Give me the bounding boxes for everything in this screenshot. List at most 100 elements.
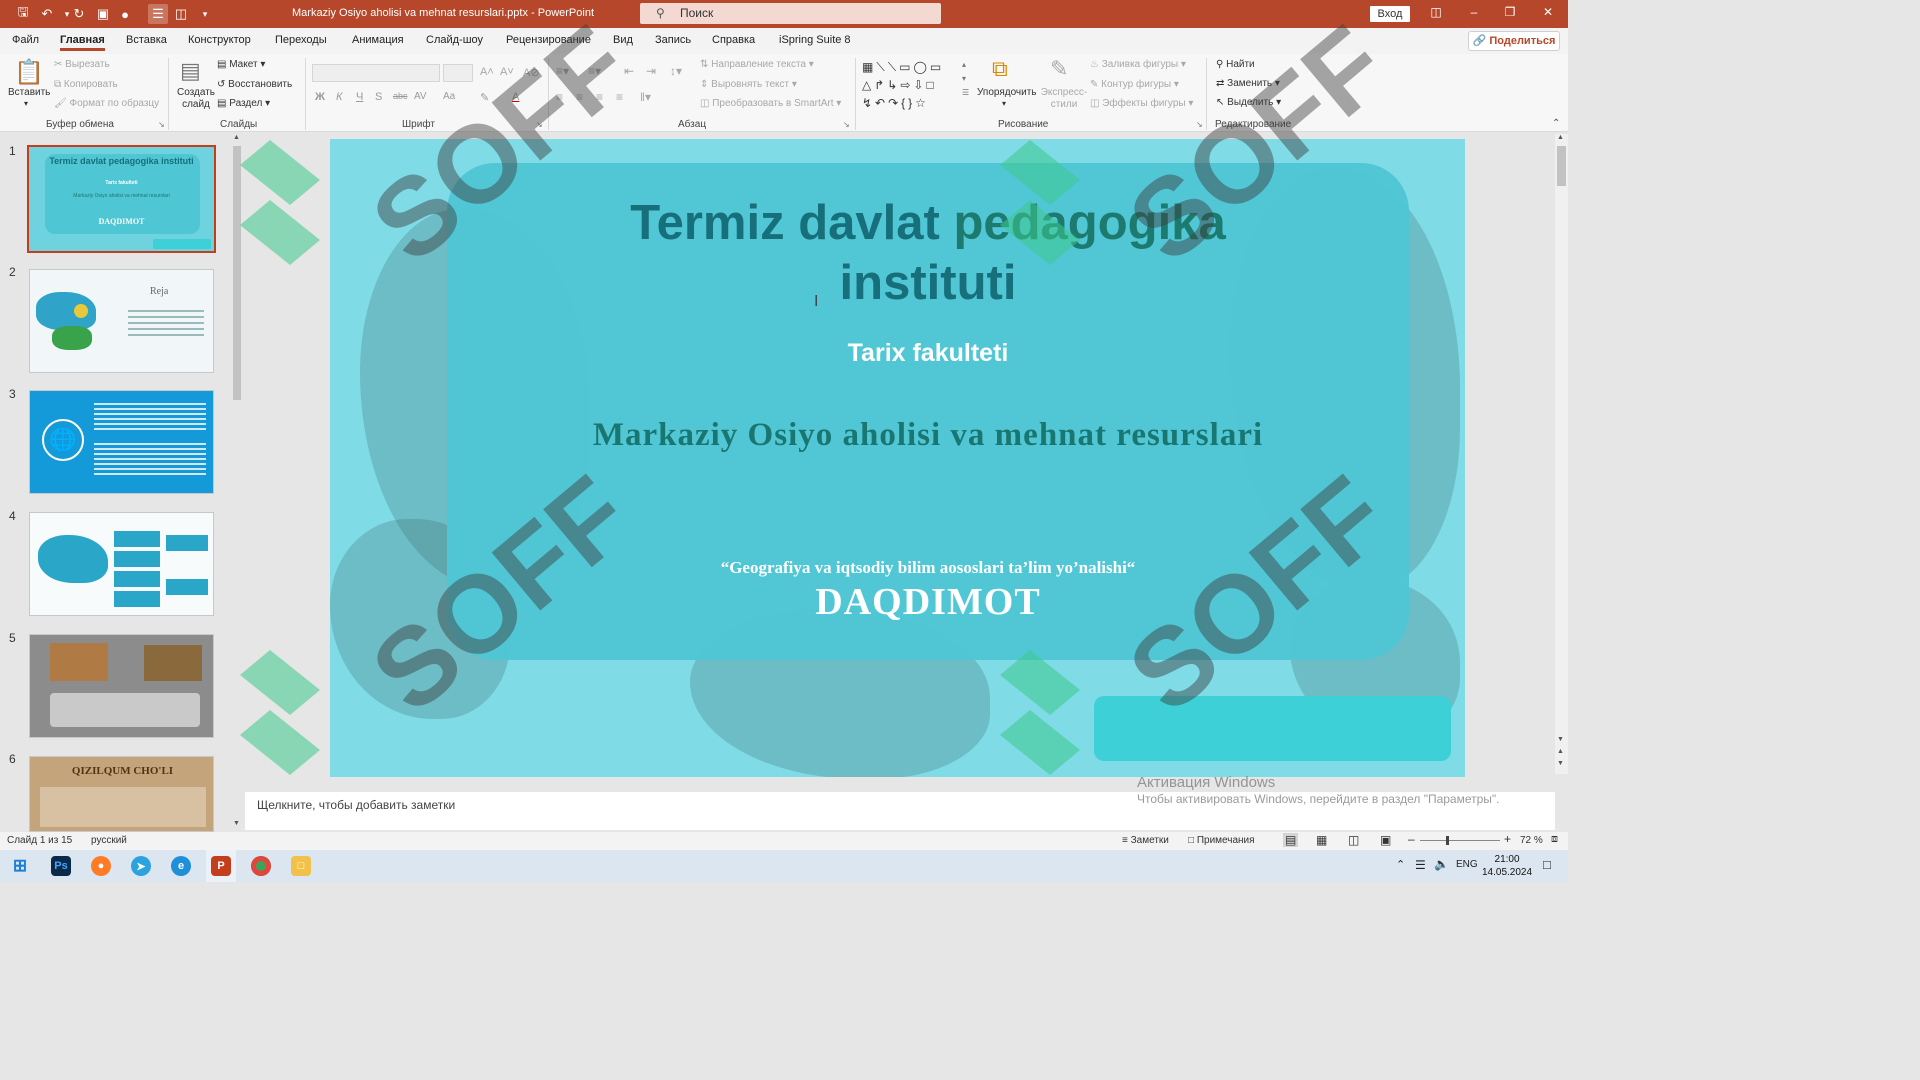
cut-button[interactable]: ✂ Вырезать	[54, 59, 110, 70]
language-indicator[interactable]: русский	[91, 835, 127, 846]
shape-fill-button[interactable]: ♨ Заливка фигуры ▾	[1090, 59, 1186, 70]
scroll-down-icon[interactable]: ▼	[233, 820, 240, 827]
layout-button[interactable]: ▤ Макет ▾	[217, 59, 265, 70]
section-button[interactable]: ▤ Раздел ▾	[217, 98, 270, 109]
align-right-icon[interactable]: ≡	[596, 90, 603, 104]
underline-button[interactable]: Ч	[356, 91, 363, 103]
increase-indent-icon[interactable]: ⇥	[646, 64, 656, 78]
shape-outline-button[interactable]: ✎ Контур фигуры ▾	[1090, 79, 1179, 90]
align-left-icon[interactable]: ≡	[556, 90, 563, 104]
shape-effects-button[interactable]: ◫ Эффекты фигуры ▾	[1090, 98, 1193, 109]
notes-toggle[interactable]: ≡ Заметки	[1122, 835, 1169, 846]
font-color-icon[interactable]: A	[512, 91, 519, 103]
tray-overflow-icon[interactable]: ⌃	[1396, 858, 1405, 871]
minimize-icon[interactable]: –	[1464, 5, 1484, 23]
editor-scrollbar[interactable]: ▲ ▼ ▲ ▼	[1555, 134, 1568, 774]
text-direction-button[interactable]: ⇅ Направление текста ▾	[700, 59, 814, 70]
slide-thumbnail-3[interactable]: 🌐	[29, 390, 214, 494]
line-spacing-icon[interactable]: ↕▾	[670, 64, 682, 78]
thumbnail-scroll-thumb[interactable]	[233, 146, 241, 400]
zoom-slider-thumb[interactable]	[1446, 836, 1449, 845]
close-icon[interactable]: ✕	[1538, 5, 1558, 23]
highlight-icon[interactable]: ✎	[480, 91, 489, 104]
record-icon[interactable]: ●	[116, 5, 134, 23]
share-button[interactable]: 🔗 Поделиться	[1468, 31, 1560, 51]
collapse-ribbon-icon[interactable]: ⌃	[1552, 118, 1560, 129]
strikethrough-button[interactable]: abc	[393, 91, 408, 101]
volume-icon[interactable]: 🔈	[1434, 857, 1449, 871]
customize-toolbar-icon[interactable]: ▾	[196, 5, 214, 23]
arrange-icon[interactable]: ⧉	[992, 56, 1020, 84]
input-language[interactable]: ENG	[1456, 859, 1478, 870]
slide-sorter-button[interactable]: ▦	[1316, 833, 1327, 847]
copy-button[interactable]: ⧉ Копировать	[54, 79, 118, 90]
numbering-icon[interactable]: ≡▾	[588, 64, 601, 78]
tab-review[interactable]: Рецензирование	[506, 34, 591, 46]
font-launcher-icon[interactable]: ↘	[536, 120, 543, 129]
slide-thumbnail-6[interactable]: QIZILQUM CHO'LI	[29, 756, 214, 832]
paste-icon[interactable]: 📋	[14, 58, 44, 86]
fit-to-window-icon[interactable]: ⧈	[1551, 833, 1558, 846]
slide-thumbnail-2[interactable]: Reja	[29, 269, 214, 373]
format-painter-button[interactable]: 🖌 Формат по образцу	[54, 98, 159, 109]
tab-design[interactable]: Конструктор	[188, 34, 251, 46]
arrange-dropdown-icon[interactable]: ▾	[1002, 99, 1006, 108]
clear-formatting-icon[interactable]: A⊘	[523, 66, 540, 79]
tab-ispring[interactable]: iSpring Suite 8	[779, 34, 851, 46]
system-clock[interactable]: 21:00 14.05.2024	[1482, 853, 1532, 879]
tab-insert[interactable]: Вставка	[126, 34, 167, 46]
edge-icon[interactable]: e	[171, 856, 191, 876]
tab-view[interactable]: Вид	[613, 34, 633, 46]
tab-slideshow[interactable]: Слайд-шоу	[426, 34, 483, 46]
slideshow-button[interactable]: ▣	[1380, 833, 1391, 847]
zoom-slider[interactable]	[1420, 840, 1500, 841]
drawing-launcher-icon[interactable]: ↘	[1196, 120, 1203, 129]
slide-counter[interactable]: Слайд 1 из 15	[7, 835, 72, 846]
slide-title[interactable]: Termiz davlat pedagogika instituti	[447, 193, 1409, 313]
login-button[interactable]: Вход	[1370, 6, 1410, 22]
notifications-icon[interactable]: □	[1543, 857, 1551, 872]
powerpoint-icon[interactable]: P	[211, 856, 231, 876]
reading-view-button[interactable]: ◫	[1348, 833, 1359, 847]
undo-icon[interactable]: ↶	[38, 5, 56, 23]
firefox-icon[interactable]: ●	[91, 856, 111, 876]
slide-subject[interactable]: Markaziy Osiyo aholisi va mehnat resursl…	[447, 417, 1409, 454]
restore-icon[interactable]: ❐	[1500, 5, 1520, 23]
shadow-button[interactable]: S	[375, 91, 382, 103]
zoom-out-button[interactable]: –	[1408, 832, 1415, 846]
scroll-down-icon[interactable]: ▼	[1557, 736, 1564, 743]
reset-button[interactable]: ↺ Восстановить	[217, 79, 292, 90]
bold-button[interactable]: Ж	[315, 91, 325, 103]
scroll-up-icon[interactable]: ▲	[1557, 134, 1564, 141]
normal-view-icon[interactable]: ☰	[148, 4, 168, 24]
editor-scroll-thumb[interactable]	[1557, 146, 1566, 186]
slide-direction[interactable]: “Geografiya va iqtsodiy bilim aososlari …	[447, 558, 1409, 578]
align-center-icon[interactable]: ≡	[576, 90, 583, 104]
slide-thumbnail-4[interactable]	[29, 512, 214, 616]
telegram-icon[interactable]: ➤	[131, 856, 151, 876]
align-text-button[interactable]: ⇕ Выровнять текст ▾	[700, 79, 797, 90]
new-slide-button[interactable]: Создать слайд	[176, 87, 216, 111]
select-button[interactable]: ↖ Выделить ▾	[1216, 97, 1281, 108]
arrange-button[interactable]: Упорядочить	[977, 87, 1037, 98]
comments-toggle[interactable]: □ Примечания	[1188, 835, 1255, 846]
tab-transitions[interactable]: Переходы	[275, 34, 327, 46]
quick-styles-button[interactable]: Экспресс-стили	[1040, 87, 1088, 111]
paragraph-launcher-icon[interactable]: ↘	[843, 120, 850, 129]
slideshow-start-icon[interactable]: ▣	[94, 5, 112, 23]
normal-view-button[interactable]: ▤	[1283, 833, 1299, 847]
italic-button[interactable]: К	[336, 91, 342, 103]
ribbon-display-icon[interactable]: ◫	[1426, 5, 1446, 23]
search-input[interactable]: ⚲ Поиск	[640, 3, 941, 24]
touch-mode-icon[interactable]: ◫	[172, 5, 190, 23]
clipboard-launcher-icon[interactable]: ↘	[158, 120, 165, 129]
paste-button[interactable]: Вставить	[8, 87, 50, 98]
windows-start-icon[interactable]: ⊞	[10, 856, 30, 876]
tab-help[interactable]: Справка	[712, 34, 755, 46]
change-case-button[interactable]: Aa	[443, 91, 455, 102]
replace-button[interactable]: ⇄ Заменить ▾	[1216, 78, 1280, 89]
decrease-indent-icon[interactable]: ⇤	[624, 64, 634, 78]
font-size-select[interactable]	[443, 64, 473, 82]
next-slide-icon[interactable]: ▼	[1557, 760, 1564, 767]
slide-canvas[interactable]: Termiz davlat pedagogika instituti Tarix…	[330, 139, 1465, 777]
